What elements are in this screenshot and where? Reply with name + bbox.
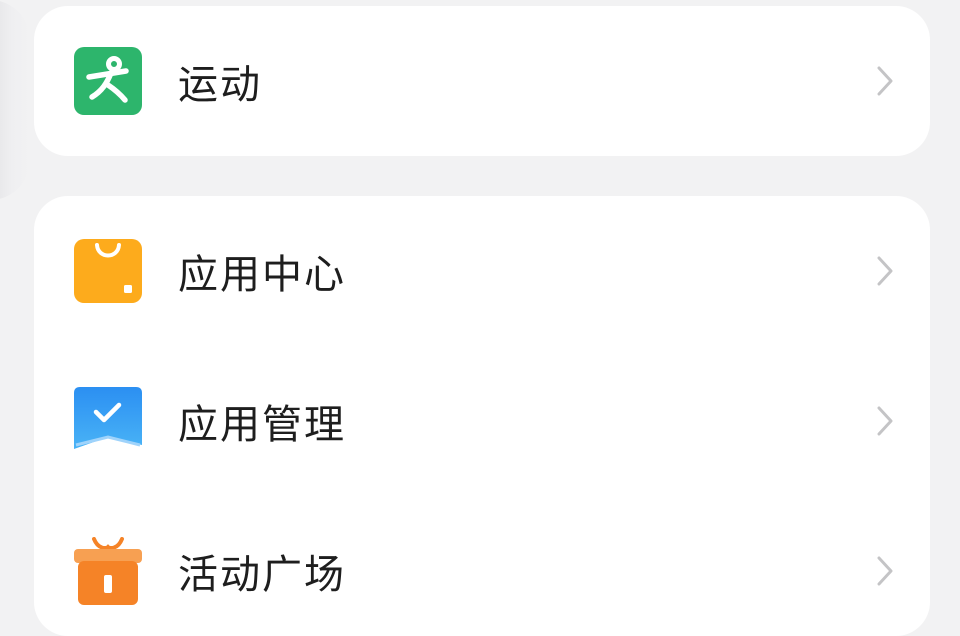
chevron-right-icon [877,256,893,286]
menu-item-label: 应用中心 [178,252,346,298]
menu-item-label: 活动广场 [178,552,346,598]
chevron-right-icon [877,406,893,436]
menu-item-label: 运动 [178,62,262,108]
apps-card: 应用中心 应用管理 活动广场 [34,196,930,636]
menu-item-app-center[interactable]: 应用中心 [34,216,930,326]
background-edge [0,0,30,200]
chevron-right-icon [877,556,893,586]
sport-card: 运动 [34,6,930,156]
gift-box-icon [74,537,142,605]
chevron-right-icon [877,66,893,96]
shopping-bag-icon [74,239,142,303]
menu-item-sport[interactable]: 运动 [34,26,930,136]
menu-item-activity-square[interactable]: 活动广场 [34,516,930,626]
checkmark-envelope-icon [74,387,142,449]
menu-item-app-management[interactable]: 应用管理 [34,366,930,476]
menu-item-label: 应用管理 [178,402,346,448]
running-person-icon [74,47,142,115]
